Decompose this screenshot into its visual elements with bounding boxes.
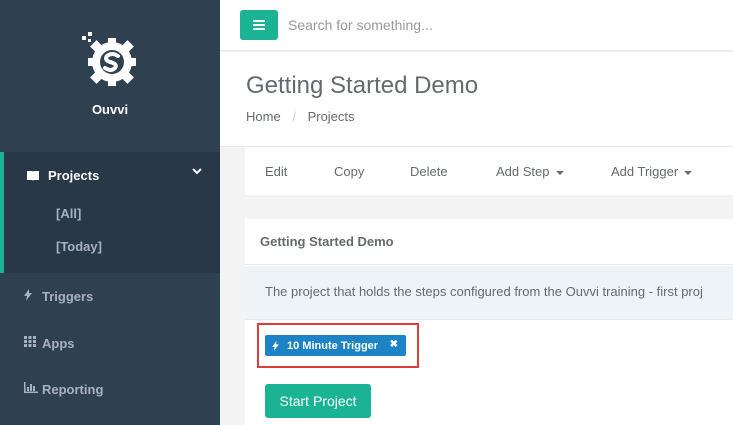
add-trigger-dropdown[interactable]: Add Trigger	[611, 164, 693, 179]
panel-title: Getting Started Demo	[245, 219, 733, 265]
ouvvi-logo-icon[interactable]	[80, 30, 140, 90]
grid-icon	[24, 336, 42, 350]
add-trigger-label: Add Trigger	[611, 164, 679, 179]
start-project-button[interactable]: Start Project	[265, 384, 371, 418]
caret-down-icon	[684, 170, 693, 175]
bolt-icon	[272, 340, 279, 351]
book-icon	[27, 170, 39, 181]
trigger-tag[interactable]: 10 Minute Trigger ✖	[265, 335, 406, 356]
menu-toggle-button[interactable]	[240, 10, 278, 40]
copy-button[interactable]: Copy	[334, 164, 364, 179]
chevron-down-icon[interactable]	[192, 166, 202, 178]
sidebar-item-triggers[interactable]: Triggers	[0, 273, 220, 319]
project-description: The project that holds the steps configu…	[245, 266, 733, 320]
breadcrumb-projects: Projects	[307, 109, 355, 124]
close-icon[interactable]: ✖	[390, 339, 398, 350]
edit-button[interactable]: Edit	[265, 164, 287, 179]
add-step-label: Add Step	[496, 164, 550, 179]
sidebar-item-label: Reporting	[42, 381, 104, 397]
app-name: Ouvvi	[91, 102, 129, 117]
project-toolbar: Edit Copy Delete Add Step Add Trigger	[245, 147, 733, 195]
page-title: Getting Started Demo	[246, 72, 479, 99]
sidebar-item-label: Apps	[42, 335, 75, 351]
top-navbar	[220, 0, 733, 51]
sidebar-item-label: Projects	[48, 168, 100, 183]
page-heading: Getting Started Demo Home / Projects	[220, 52, 733, 147]
sidebar-item-apps[interactable]: Apps	[0, 320, 220, 366]
sidebar: Ouvvi Projects [All] [Today] Triggers Ap	[0, 0, 220, 425]
sidebar-item-projects[interactable]: Projects [All] [Today]	[0, 152, 220, 273]
breadcrumb-home[interactable]: Home	[246, 109, 281, 124]
trigger-tag-label: 10 Minute Trigger	[287, 339, 379, 352]
sidebar-item-reporting[interactable]: Reporting	[0, 366, 220, 412]
projects-nav-head[interactable]: Projects	[26, 168, 99, 183]
bolt-icon	[24, 288, 42, 304]
sidebar-subitem-all[interactable]: [All]	[56, 206, 81, 221]
add-step-dropdown[interactable]: Add Step	[496, 164, 564, 179]
search-input[interactable]	[288, 10, 708, 40]
breadcrumb-separator: /	[292, 109, 296, 124]
bar-chart-icon	[24, 382, 42, 396]
caret-down-icon	[555, 170, 564, 175]
sidebar-subitem-today[interactable]: [Today]	[56, 239, 102, 254]
sidebar-item-label: Triggers	[42, 288, 94, 304]
delete-button[interactable]: Delete	[410, 164, 448, 179]
breadcrumb: Home / Projects	[246, 109, 355, 124]
logo-area: Ouvvi	[0, 0, 220, 152]
hamburger-icon	[253, 20, 265, 22]
